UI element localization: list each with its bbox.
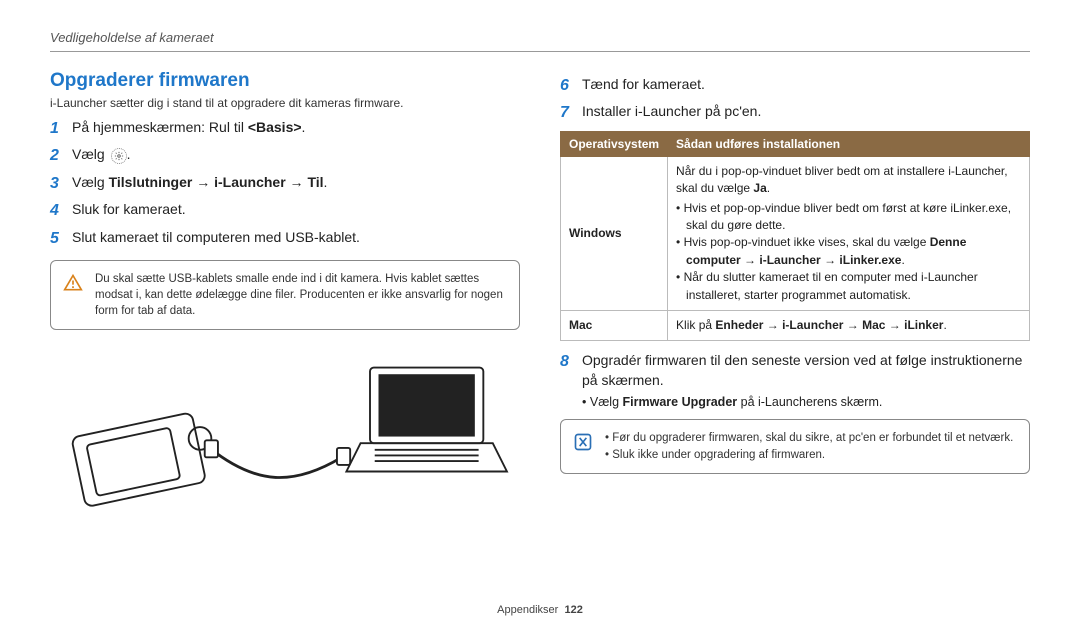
step-bold: <Basis> bbox=[248, 119, 302, 135]
step-3: 3 Vælg Tilslutninger → i-Launcher → Til. bbox=[50, 173, 520, 195]
step-number: 6 bbox=[560, 75, 582, 97]
os-mac: Mac bbox=[561, 310, 668, 340]
step-1: 1 På hjemmeskærmen: Rul til <Basis>. bbox=[50, 118, 520, 140]
step-text: Installer i-Launcher på pc'en. bbox=[582, 102, 1030, 122]
step-number: 5 bbox=[50, 228, 72, 250]
mac-instructions: Klik på Enheder → i-Launcher → Mac → iLi… bbox=[668, 310, 1030, 340]
warning-callout: Du skal sætte USB-kablets smalle ende in… bbox=[50, 260, 520, 330]
step-text: Tænd for kameraet. bbox=[582, 75, 1030, 95]
step-text: Vælg bbox=[72, 174, 109, 190]
step-8: 8 Opgradér firmwaren til den seneste ver… bbox=[560, 351, 1030, 390]
left-column: Opgraderer firmwaren i-Launcher sætter d… bbox=[50, 70, 520, 514]
step-text: Vælg bbox=[72, 146, 109, 162]
os-install-table: Operativsystem Sådan udføres installatio… bbox=[560, 131, 1030, 342]
list-item: Når du slutter kameraet til en computer … bbox=[676, 269, 1021, 304]
page-number: 122 bbox=[564, 604, 582, 616]
info-icon bbox=[573, 432, 593, 452]
info-callout: Før du opgraderer firmwaren, skal du sik… bbox=[560, 419, 1030, 473]
callout-text: Du skal sætte USB-kablets smalle ende in… bbox=[95, 273, 503, 317]
list-item: Hvis pop-op-vinduet ikke vises, skal du … bbox=[676, 234, 1021, 269]
step-7: 7 Installer i-Launcher på pc'en. bbox=[560, 102, 1030, 124]
list-item: Sluk ikke under opgradering af firmwaren… bbox=[605, 447, 1017, 463]
step-text: Opgradér firmwaren til den seneste versi… bbox=[582, 351, 1030, 390]
step-text: På hjemmeskærmen: Rul til bbox=[72, 119, 248, 135]
windows-instructions: Når du i pop-op-vinduet bliver bedt om a… bbox=[668, 156, 1030, 310]
section-title: Opgraderer firmwaren bbox=[50, 70, 520, 92]
camera-to-laptop-illustration bbox=[50, 344, 520, 514]
list-item: Hvis et pop-op-vindue bliver bedt om før… bbox=[676, 200, 1021, 235]
table-header-howto: Sådan udføres installationen bbox=[668, 131, 1030, 156]
step-4: 4 Sluk for kameraet. bbox=[50, 200, 520, 222]
step-2: 2 Vælg . bbox=[50, 145, 520, 167]
breadcrumb: Vedligeholdelse af kameraet bbox=[50, 30, 1030, 52]
step-number: 3 bbox=[50, 173, 72, 195]
step-number: 4 bbox=[50, 200, 72, 222]
sub-bullet: Vælg Firmware Upgrader på i-Launcherens … bbox=[582, 395, 1030, 409]
step-number: 2 bbox=[50, 145, 72, 167]
step-number: 1 bbox=[50, 118, 72, 140]
step-number: 8 bbox=[560, 351, 582, 373]
step-text: Sluk for kameraet. bbox=[72, 200, 520, 220]
right-column: 6 Tænd for kameraet. 7 Installer i-Launc… bbox=[560, 70, 1030, 514]
step-text: Slut kameraet til computeren med USB-kab… bbox=[72, 228, 520, 248]
warning-icon bbox=[63, 273, 83, 293]
settings-gear-icon bbox=[111, 148, 127, 164]
table-row: Mac Klik på Enheder → i-Launcher → Mac →… bbox=[561, 310, 1030, 340]
table-row: Windows Når du i pop-op-vinduet bliver b… bbox=[561, 156, 1030, 310]
step-number: 7 bbox=[560, 102, 582, 124]
step-5: 5 Slut kameraet til computeren med USB-k… bbox=[50, 228, 520, 250]
footer-section: Appendikser bbox=[497, 604, 558, 616]
list-item: Før du opgraderer firmwaren, skal du sik… bbox=[605, 430, 1017, 446]
step-6: 6 Tænd for kameraet. bbox=[560, 75, 1030, 97]
intro-text: i-Launcher sætter dig i stand til at opg… bbox=[50, 96, 520, 110]
os-windows: Windows bbox=[561, 156, 668, 310]
step-bold: Tilslutninger → i-Launcher → Til bbox=[109, 174, 324, 190]
table-header-os: Operativsystem bbox=[561, 131, 668, 156]
page-footer: Appendikser 122 bbox=[0, 604, 1080, 616]
